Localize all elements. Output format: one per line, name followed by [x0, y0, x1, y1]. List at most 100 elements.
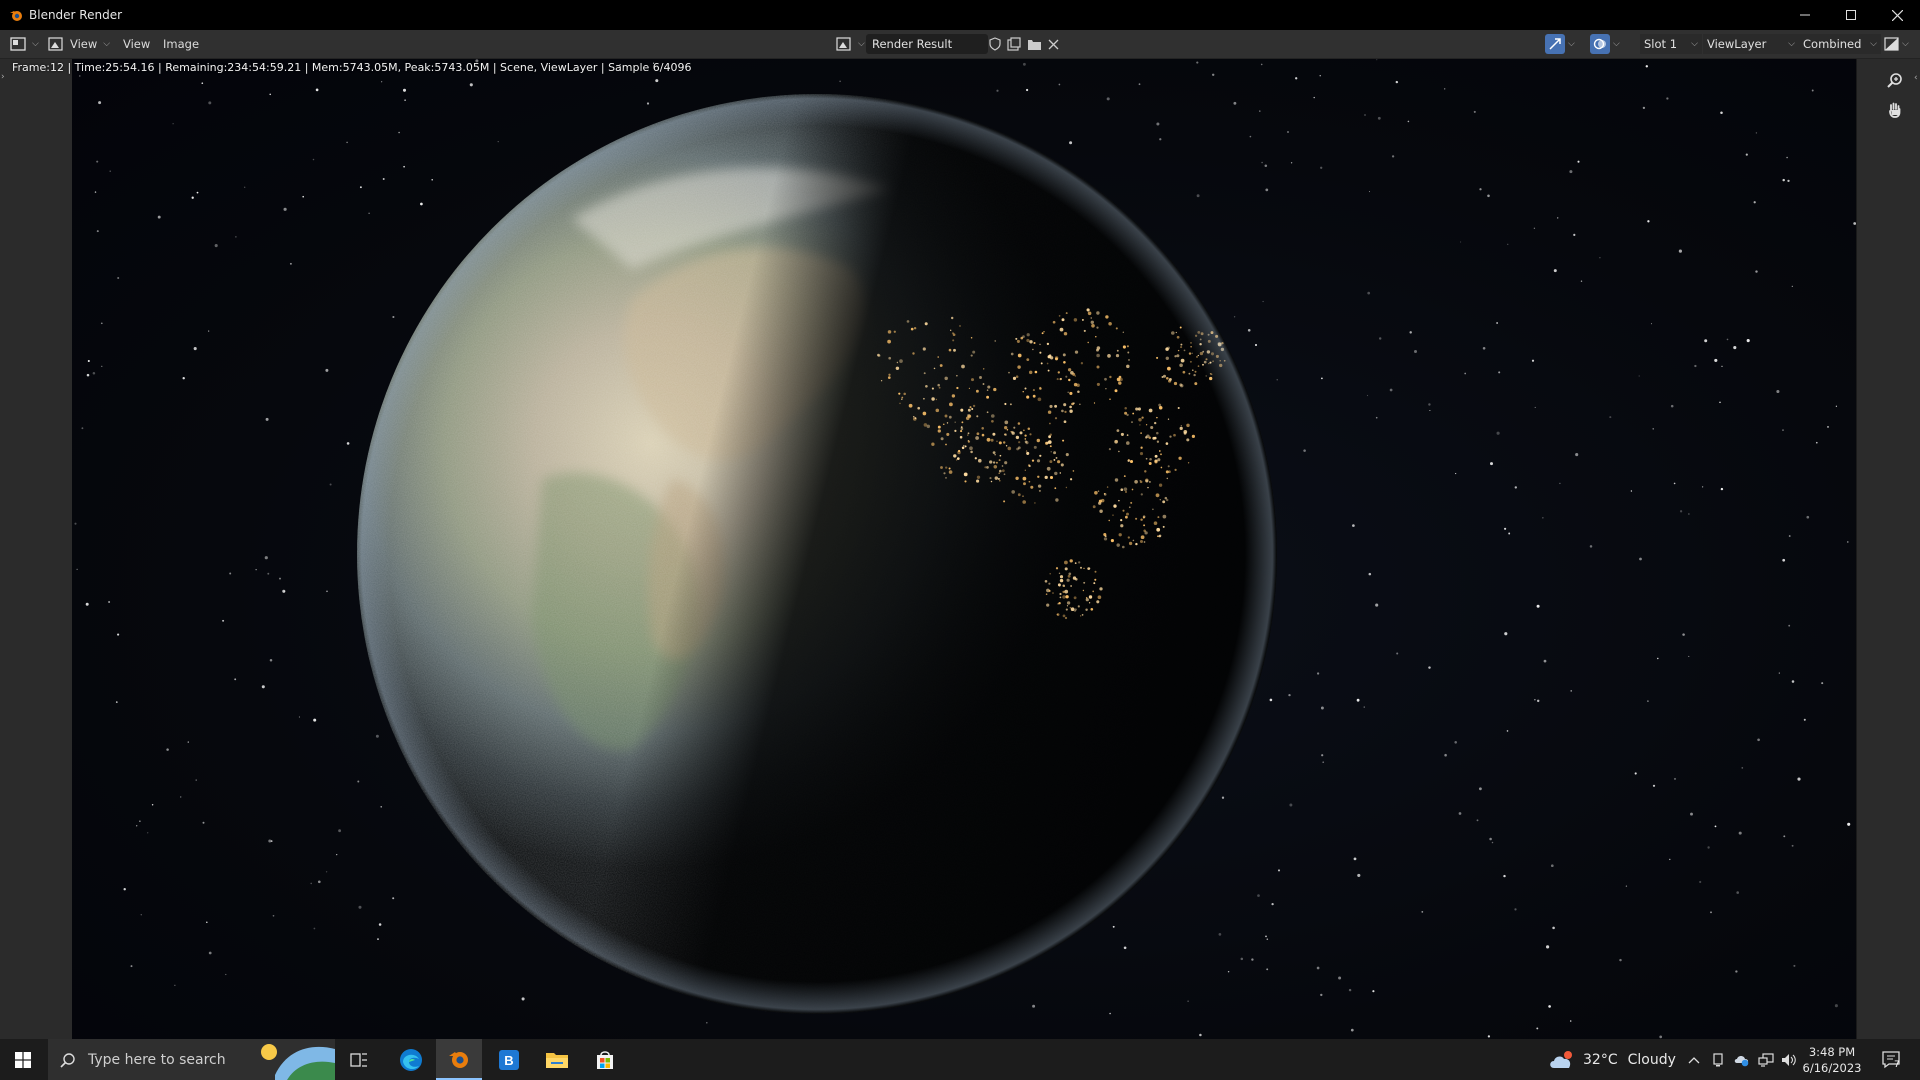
gizmo-dropdown[interactable]: ⌵: [1568, 34, 1575, 54]
star: [1352, 524, 1355, 527]
star: [469, 83, 473, 87]
star: [283, 207, 287, 211]
star: [1407, 120, 1410, 123]
view-layer-dropdown[interactable]: ViewLayer ⌵: [1703, 34, 1799, 54]
star: [157, 215, 161, 219]
taskbar-blender[interactable]: [436, 1039, 482, 1080]
pan-button[interactable]: [1886, 101, 1904, 122]
render-result-canvas[interactable]: [72, 59, 1856, 1039]
image-name-label: Render Result: [872, 37, 953, 51]
open-image-icon: [1028, 39, 1041, 50]
star: [1321, 754, 1324, 757]
device-icon: [1713, 1052, 1723, 1066]
view-mode-label: View: [70, 37, 98, 51]
star: [1811, 89, 1814, 92]
fake-user-button[interactable]: [988, 34, 1002, 54]
star: [1755, 270, 1758, 273]
editor-type-dropdown[interactable]: ⌵: [10, 34, 39, 54]
windows-taskbar: Type here to search B 32°C Cloudy 3:48 P…: [0, 1039, 1920, 1080]
show-hidden-icons-button[interactable]: [1683, 1039, 1705, 1080]
star: [1670, 404, 1674, 408]
open-image-button[interactable]: [1027, 34, 1042, 54]
taskbar-clock[interactable]: 3:48 PM 6/16/2023: [1796, 1044, 1868, 1076]
display-channels-icon: [1884, 37, 1899, 51]
maximize-button[interactable]: [1828, 0, 1874, 30]
star: [1367, 291, 1371, 295]
overlay-dropdown[interactable]: ⌵: [1613, 34, 1620, 54]
image-browse-icon: [836, 37, 851, 51]
display-channels-dropdown[interactable]: ⌵: [1884, 34, 1909, 54]
star: [1534, 699, 1536, 701]
star: [404, 99, 406, 101]
menu-image[interactable]: Image: [163, 34, 199, 54]
image-browse-button[interactable]: ⌵: [836, 34, 865, 54]
star: [1221, 796, 1225, 799]
taskbar-store[interactable]: [582, 1039, 628, 1080]
overlay-toggle[interactable]: [1590, 34, 1610, 54]
image-name-field[interactable]: Render Result: [866, 34, 988, 54]
star: [1421, 911, 1424, 913]
star: [1321, 377, 1323, 380]
star: [100, 322, 103, 325]
taskbar-b-app[interactable]: B: [486, 1039, 532, 1080]
star: [706, 1021, 708, 1024]
star: [646, 102, 650, 105]
file-explorer-icon: [546, 1052, 568, 1068]
task-view-button[interactable]: [336, 1039, 382, 1080]
star: [1666, 97, 1669, 100]
minimize-button[interactable]: [1782, 0, 1828, 30]
store-icon: [597, 1050, 613, 1069]
star: [521, 997, 525, 1001]
taskbar-edge[interactable]: [388, 1039, 434, 1080]
start-button[interactable]: [0, 1039, 46, 1080]
star: [1642, 106, 1646, 110]
render-pass-dropdown[interactable]: Combined ⌵: [1799, 34, 1881, 54]
star: [182, 377, 185, 380]
star: [1580, 280, 1583, 282]
star: [1720, 111, 1723, 114]
blender-icon: [449, 1051, 468, 1068]
star: [234, 678, 237, 681]
star: [1821, 682, 1824, 685]
zoom-icon: [1887, 73, 1902, 88]
unlink-image-button[interactable]: [1048, 34, 1059, 54]
sidebar-expand-arrow[interactable]: ‹: [1914, 73, 1918, 83]
taskbar-file-explorer[interactable]: [534, 1039, 580, 1080]
star: [1138, 83, 1141, 86]
star: [225, 973, 227, 976]
star: [1391, 155, 1395, 158]
tray-network[interactable]: [1755, 1039, 1777, 1080]
star: [265, 417, 269, 421]
new-image-button[interactable]: [1007, 34, 1021, 54]
zoom-button[interactable]: [1886, 72, 1904, 93]
close-button[interactable]: [1874, 0, 1920, 30]
star: [1638, 375, 1640, 377]
star: [1827, 426, 1829, 428]
slot-dropdown[interactable]: Slot 1 ⌵: [1640, 34, 1702, 54]
star: [261, 685, 265, 689]
close-icon: [1891, 9, 1903, 21]
render-stats: Frame:12 | Time:25:54.16 | Remaining:234…: [12, 61, 692, 74]
star: [1491, 841, 1494, 844]
tray-device[interactable]: [1707, 1039, 1729, 1080]
toolbar-expand-arrow[interactable]: ›: [1, 72, 5, 82]
star: [1548, 1005, 1551, 1008]
star: [1679, 510, 1683, 513]
star: [1123, 946, 1127, 950]
menu-view[interactable]: View: [123, 34, 150, 54]
star: [208, 101, 212, 105]
notification-center-button[interactable]: 7: [1877, 1039, 1907, 1080]
gizmo-toggle[interactable]: [1545, 34, 1565, 54]
view-mode-dropdown[interactable]: View ⌵: [48, 34, 110, 54]
star: [1227, 970, 1230, 973]
star: [1303, 449, 1306, 452]
star: [1320, 993, 1323, 997]
taskbar-search-box[interactable]: Type here to search: [48, 1039, 335, 1080]
tray-onedrive[interactable]: [1731, 1039, 1753, 1080]
star: [302, 195, 304, 198]
star: [996, 89, 999, 92]
weather-widget[interactable]: 32°C Cloudy: [1548, 1039, 1676, 1080]
star: [431, 179, 433, 181]
svg-text:B: B: [504, 1053, 513, 1068]
star: [123, 888, 126, 891]
